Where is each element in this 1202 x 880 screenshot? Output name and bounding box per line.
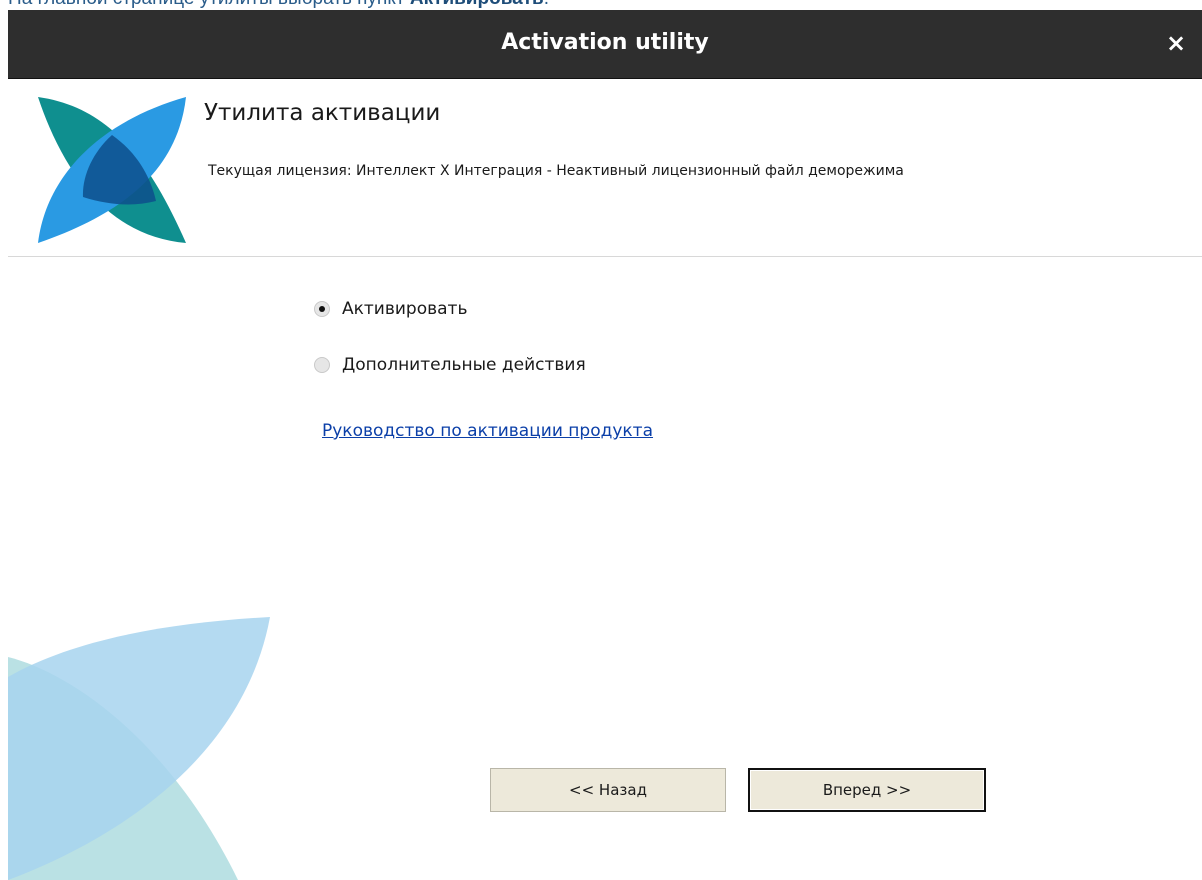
radio-activate[interactable] bbox=[314, 301, 330, 317]
caption-emphasis: Активировать bbox=[410, 0, 544, 9]
window-title: Activation utility bbox=[501, 30, 709, 55]
option-additional-actions[interactable]: Дополнительные действия bbox=[314, 351, 586, 379]
close-icon[interactable]: × bbox=[1160, 26, 1192, 60]
title-bar: Activation utility × bbox=[8, 10, 1202, 79]
caption-prefix: На главной странице утилиты выбрать пунк… bbox=[8, 0, 410, 9]
document-caption: На главной странице утилиты выбрать пунк… bbox=[8, 0, 549, 10]
back-button[interactable]: << Назад bbox=[490, 768, 726, 812]
current-license-text: Текущая лицензия: Интеллект X Интеграция… bbox=[208, 163, 904, 179]
main-content: Активировать Дополнительные действия Рук… bbox=[8, 257, 1202, 880]
caption-suffix: . bbox=[544, 0, 549, 9]
next-button[interactable]: Вперед >> bbox=[748, 768, 986, 812]
option-additional-actions-label: Дополнительные действия bbox=[342, 355, 586, 375]
utility-heading: Утилита активации bbox=[204, 100, 441, 126]
option-activate-label: Активировать bbox=[342, 299, 468, 319]
product-logo bbox=[38, 97, 186, 243]
radio-additional-actions[interactable] bbox=[314, 357, 330, 373]
header-panel: Утилита активации Текущая лицензия: Инте… bbox=[8, 79, 1202, 257]
activation-guide-link[interactable]: Руководство по активации продукта bbox=[322, 421, 714, 441]
option-activate[interactable]: Активировать bbox=[314, 295, 467, 323]
activation-window: Activation utility × Утилита активации Т… bbox=[8, 10, 1202, 880]
background-decoration bbox=[8, 617, 270, 880]
